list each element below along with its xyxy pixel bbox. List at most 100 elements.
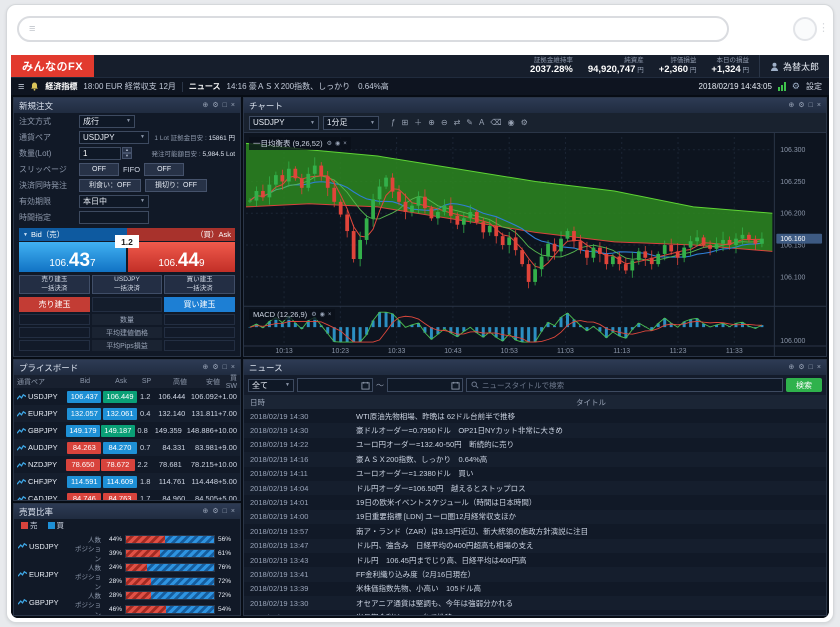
pan-icon[interactable]: ⇄ (454, 119, 461, 127)
news-search-input[interactable] (482, 381, 778, 390)
news-row[interactable]: 2018/02/19 14:16豪ＡＳＸ200指数、しっかり 0.64%高 (244, 452, 826, 466)
delete-icon[interactable]: ⌫ (490, 119, 501, 127)
gear-icon[interactable]: ⚙ (792, 81, 800, 92)
settings-icon[interactable]: ⚙ (327, 141, 332, 147)
sell-button[interactable]: 106.437 (19, 242, 126, 272)
settings-icon[interactable]: ⚙ (798, 102, 804, 109)
column-header[interactable]: 通貨ペア (17, 377, 67, 387)
price-row-gbpjpy[interactable]: GBPJPY149.179149.1870.8149.359148.886+10… (14, 422, 240, 439)
maximize-icon[interactable]: □ (223, 102, 227, 109)
price-row-nzdjpy[interactable]: NZDJPY78.65078.6722.278.68178.215+10.00 (14, 456, 240, 473)
slippage-toggle[interactable]: OFF (79, 163, 119, 176)
news-row[interactable]: 2018/02/19 14:22ユーロ円オーダー=132.40-50円 断続的に… (244, 438, 826, 452)
news-row[interactable]: 2018/02/19 13:41FF金利織り込み度（2月16日現在） (244, 567, 826, 581)
bid-price-button[interactable]: 78.650 (66, 459, 100, 471)
candlestick-chart[interactable]: 10:1310:2310:3310:4310:5311:0311:1311:23… (244, 133, 826, 356)
qty-decrement-button[interactable]: ▼ (122, 153, 132, 159)
zoom-in-icon[interactable]: ⊕ (428, 119, 435, 127)
ask-price-button[interactable]: 78.672 (101, 459, 135, 471)
news-row[interactable]: 2018/02/19 14:0019日重要指標 [LDN] ユーロ圏12月経常収… (244, 510, 826, 524)
close-icon[interactable]: × (231, 508, 235, 515)
bulk-close-button[interactable]: USDJPY一括決済 (92, 275, 163, 294)
visibility-icon[interactable]: ◉ (320, 312, 325, 318)
settings-icon[interactable]: ⚙ (311, 312, 316, 318)
browser-url-bar[interactable]: ≡ (17, 16, 729, 42)
text-icon[interactable]: A (479, 119, 484, 127)
column-header[interactable]: SP (139, 378, 154, 385)
fifo-toggle[interactable]: OFF (144, 163, 184, 176)
maximize-icon[interactable]: □ (809, 102, 813, 109)
bid-price-button[interactable]: 149.179 (66, 425, 100, 437)
news-row[interactable]: 2018/02/19 14:11ユーロオーダー=1.2380ドル 買い (244, 467, 826, 481)
expiry-select[interactable]: 本日中 (79, 195, 149, 208)
chart-pair-select[interactable]: USDJPY (249, 116, 319, 130)
bid-price-button[interactable]: 84.263 (67, 442, 101, 454)
news-row[interactable]: 2018/02/19 13:28米長期金利は2.87%台で推移 (244, 610, 826, 615)
maximize-icon[interactable]: □ (809, 364, 813, 371)
maximize-icon[interactable]: □ (223, 364, 227, 371)
indicator-text[interactable]: 18:00 EUR 経常収支 12月 (83, 81, 175, 92)
price-row-cadjpy[interactable]: CADJPY84.74684.7631.784.96084.505+5.00 (14, 490, 240, 500)
news-ticker-label[interactable]: ニュース (189, 81, 221, 92)
news-row[interactable]: 2018/02/19 14:30WTI原油先物相場、昨晩は 62ドル台前半で推移 (244, 409, 826, 423)
sell-positions-button[interactable]: 売り建玉 (19, 297, 90, 312)
news-row[interactable]: 2018/02/19 14:0119日の欧米イベントスケジュール（時間は日本時間… (244, 495, 826, 509)
maximize-icon[interactable]: □ (223, 508, 227, 515)
snapshot-icon[interactable]: ◉ (508, 119, 515, 127)
news-row[interactable]: 2018/02/19 13:39米株価指数先物、小高い 105ドル高 (244, 582, 826, 596)
close-icon[interactable]: × (328, 312, 332, 318)
pin-icon[interactable]: ⊕ (789, 364, 795, 371)
ask-price-button[interactable]: 149.187 (101, 425, 135, 437)
close-icon[interactable]: × (231, 102, 235, 109)
bid-price-button[interactable]: 114.591 (67, 476, 101, 488)
close-icon[interactable]: × (343, 141, 347, 147)
column-header[interactable]: 高値 (154, 377, 187, 387)
buy-button[interactable]: 106.449 (128, 242, 235, 272)
news-row[interactable]: 2018/02/19 13:57南ア・ランド（ZAR）は9.13円近辺、新大統領… (244, 524, 826, 538)
settings-icon[interactable]: ⚙ (212, 102, 218, 109)
pair-select[interactable]: USDJPY (79, 131, 149, 144)
take-profit-toggle[interactable]: 利食い：OFF (79, 179, 141, 192)
pin-icon[interactable]: ⊕ (789, 102, 795, 109)
browser-menu-icon[interactable]: ≡ (29, 24, 35, 35)
browser-more-icon[interactable]: ⋮ (818, 21, 829, 34)
news-row[interactable]: 2018/02/19 14:30豪ドルオーダー=0.7950ドル OP21日NY… (244, 423, 826, 437)
close-icon[interactable]: × (817, 102, 821, 109)
ask-price-button[interactable]: 84.270 (103, 442, 137, 454)
draw-icon[interactable]: ✎ (466, 119, 473, 127)
chart-timeframe-select[interactable]: 1分足 (323, 116, 379, 130)
bid-price-button[interactable]: 132.057 (67, 408, 101, 420)
pin-icon[interactable]: ⊕ (203, 508, 209, 515)
ask-price-button[interactable]: 84.763 (103, 493, 137, 501)
bulk-close-button[interactable]: 買い建玉一括決済 (164, 275, 235, 294)
close-icon[interactable]: × (817, 364, 821, 371)
news-search-box[interactable] (466, 378, 783, 392)
close-icon[interactable]: × (231, 364, 235, 371)
news-row[interactable]: 2018/02/19 13:30オセアニア通貨は堅調も、今年は強弱分かれる (244, 596, 826, 610)
app-logo[interactable]: みんなのFX (11, 55, 94, 77)
ask-price-button[interactable]: 114.609 (103, 476, 137, 488)
chart-area[interactable]: 10:1310:2310:3310:4310:5311:0311:1311:23… (244, 133, 826, 356)
settings-icon[interactable]: ⚙ (212, 364, 218, 371)
order-type-select[interactable]: 成行 (79, 115, 135, 128)
settings-icon[interactable]: ⚙ (212, 508, 218, 515)
visibility-icon[interactable]: ◉ (335, 141, 340, 147)
indicator-label[interactable]: 経済指標 (45, 81, 77, 92)
compare-icon[interactable]: ⊞ (401, 119, 408, 127)
bid-price-button[interactable]: 84.746 (67, 493, 101, 501)
price-row-eurjpy[interactable]: EURJPY132.057132.0610.4132.140131.811+7.… (14, 405, 240, 422)
bulk-close-button[interactable]: 売り建玉一括決済 (19, 275, 90, 294)
crosshair-icon[interactable]: ＋ (414, 119, 422, 127)
quantity-stepper[interactable]: 1 ▲ ▼ (79, 147, 132, 160)
bid-header[interactable]: ▼ Bid（売） (19, 228, 127, 241)
bid-price-button[interactable]: 106.437 (67, 391, 101, 403)
settings-label[interactable]: 設定 (806, 81, 822, 92)
date-to-input[interactable] (387, 378, 463, 392)
column-header[interactable]: Bid (67, 378, 103, 385)
column-header[interactable]: 安値 (187, 377, 220, 387)
chart-settings-icon[interactable]: ⚙ (521, 119, 528, 127)
browser-avatar[interactable] (793, 17, 817, 41)
news-ticker-text[interactable]: 14:16 豪ＡＳＸ200指数、しっかり 0.64%高 (227, 81, 389, 92)
date-from-input[interactable] (297, 378, 373, 392)
stop-loss-toggle[interactable]: 損切り：OFF (145, 179, 207, 192)
